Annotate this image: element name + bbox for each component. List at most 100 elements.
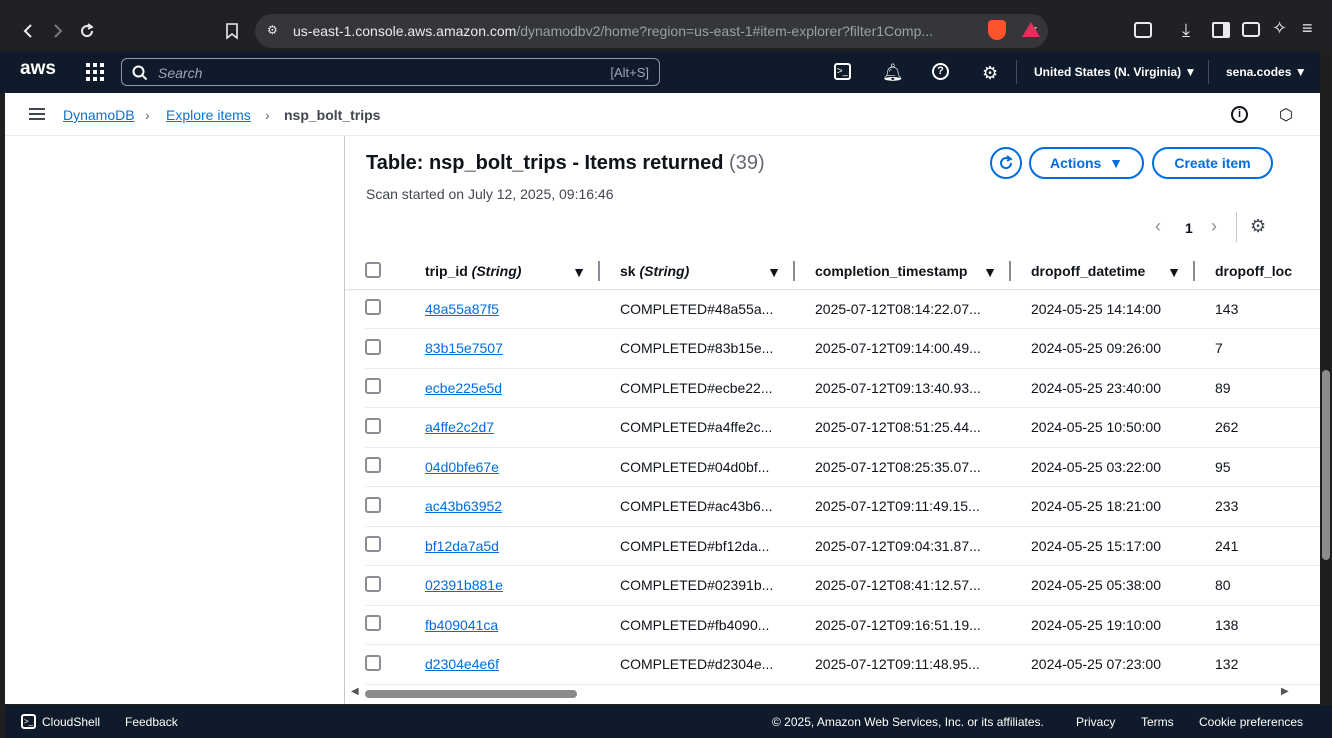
table-row[interactable]: 02391b881e COMPLETED#02391b... 2025-07-12T…: [365, 565, 1320, 606]
info-icon[interactable]: i: [1231, 106, 1248, 123]
gear-icon[interactable]: ⚙: [1250, 216, 1266, 237]
page-number[interactable]: 1: [1185, 220, 1193, 236]
dropoff-loc-cell: 262: [1195, 407, 1320, 448]
table-row[interactable]: ecbe225e5d COMPLETED#ecbe22... 2025-07-12T…: [365, 368, 1320, 408]
scroll-left-icon[interactable]: ◀: [351, 686, 359, 697]
next-page-icon[interactable]: ›: [1211, 216, 1217, 237]
row-checkbox-cell: [365, 486, 405, 527]
hamburger-icon[interactable]: [29, 108, 45, 120]
table-row[interactable]: d2304e4e6f COMPLETED#d2304e... 2025-07-12T…: [365, 644, 1320, 685]
reader-mode-icon[interactable]: [1134, 22, 1152, 38]
table-header-row: trip_id (String) ▼ sk (String) ▼ completio…: [365, 253, 1320, 289]
page-scroll-thumb[interactable]: [1322, 370, 1330, 560]
brave-rewards-icon[interactable]: [1022, 22, 1040, 37]
row-checkbox-cell: [365, 605, 405, 645]
sort-icon[interactable]: ▼: [1167, 264, 1181, 280]
side-panel: [5, 136, 345, 704]
row-checkbox[interactable]: [365, 378, 381, 395]
table-row[interactable]: 83b15e7507 COMPLETED#83b15e... 2025-07-12T…: [365, 328, 1320, 369]
region-selector[interactable]: United States (N. Virginia) ▼: [1034, 65, 1196, 79]
trip-id-link[interactable]: ac43b63952: [405, 486, 600, 527]
row-checkbox[interactable]: [365, 338, 381, 355]
breadcrumb-dynamodb[interactable]: DynamoDB: [63, 107, 135, 123]
row-checkbox-cell: [365, 289, 405, 329]
row-checkbox[interactable]: [365, 496, 381, 513]
trip-id-link[interactable]: 04d0bfe67e: [405, 447, 600, 487]
column-header-dropoff-loc[interactable]: dropoff_loc: [1195, 253, 1320, 289]
column-header-completion-timestamp[interactable]: completion_timestamp ▼: [795, 253, 1011, 289]
address-bar[interactable]: ⚙ us-east-1.console.aws.amazon.com/dynam…: [255, 14, 1048, 48]
page-scrollbar[interactable]: [1320, 52, 1332, 704]
row-checkbox[interactable]: [365, 654, 381, 671]
wallet-icon[interactable]: [1242, 22, 1260, 37]
brave-shield-icon[interactable]: [988, 20, 1006, 40]
horizontal-scrollbar[interactable]: ◀ ▶: [351, 686, 1289, 700]
create-item-button[interactable]: Create item: [1152, 147, 1273, 179]
footer-privacy[interactable]: Privacy: [1076, 715, 1115, 729]
row-checkbox[interactable]: [365, 536, 381, 553]
footer-cookie-preferences[interactable]: Cookie preferences: [1199, 715, 1303, 729]
table-row[interactable]: 04d0bfe67e COMPLETED#04d0bf... 2025-07-12T…: [365, 447, 1320, 487]
column-header-sk[interactable]: sk (String) ▼: [600, 253, 795, 289]
cloudshell-icon[interactable]: >_: [21, 714, 36, 729]
trip-id-link[interactable]: 83b15e7507: [405, 328, 600, 369]
help-icon[interactable]: ?: [932, 63, 949, 80]
bookmark-icon[interactable]: [217, 16, 247, 46]
trip-id-link[interactable]: ecbe225e5d: [405, 368, 600, 408]
sort-icon[interactable]: ▼: [572, 264, 586, 280]
cloudshell-icon[interactable]: >_: [834, 63, 851, 80]
table-row[interactable]: bf12da7a5d COMPLETED#bf12da... 2025-07-12T…: [365, 526, 1320, 566]
trip-id-link[interactable]: 02391b881e: [405, 565, 600, 606]
table-row[interactable]: 48a55a87f5 COMPLETED#48a55a... 2025-07-12T…: [365, 289, 1320, 329]
footer-feedback[interactable]: Feedback: [125, 715, 178, 729]
prev-page-icon[interactable]: ‹: [1155, 216, 1161, 237]
caret-down-icon: ▼: [1109, 155, 1123, 171]
download-icon[interactable]: ⤓: [1182, 20, 1190, 41]
services-grid-icon[interactable]: [86, 63, 104, 81]
sidebar-icon[interactable]: [1212, 22, 1230, 38]
trip-id-link[interactable]: a4ffe2c2d7: [405, 407, 600, 448]
footer-terms[interactable]: Terms: [1141, 715, 1174, 729]
menu-icon[interactable]: ≡: [1302, 18, 1313, 39]
account-menu[interactable]: sena.codes ▼: [1226, 65, 1307, 79]
sort-icon[interactable]: ▼: [983, 264, 997, 280]
column-header-dropoff-datetime[interactable]: dropoff_datetime ▼: [1011, 253, 1195, 289]
actions-button[interactable]: Actions ▼: [1029, 147, 1144, 179]
trip-id-link[interactable]: 48a55a87f5: [405, 289, 600, 329]
back-icon[interactable]: [14, 16, 44, 46]
footer-cloudshell[interactable]: CloudShell: [42, 715, 100, 729]
completion-timestamp-cell: 2025-07-12T09:11:49.15...: [795, 486, 1011, 527]
trip-id-link[interactable]: fb409041ca: [405, 605, 600, 645]
aws-logo[interactable]: aws: [20, 58, 56, 80]
trip-id-link[interactable]: bf12da7a5d: [405, 526, 600, 566]
select-all-checkbox[interactable]: [365, 261, 381, 278]
trip-id-link[interactable]: d2304e4e6f: [405, 644, 600, 685]
bell-icon[interactable]: 🔔︎: [882, 63, 904, 83]
table-row[interactable]: a4ffe2c2d7 COMPLETED#a4ffe2c... 2025-07-12…: [365, 407, 1320, 448]
search-input[interactable]: Search [Alt+S]: [121, 58, 660, 86]
row-checkbox[interactable]: [365, 417, 381, 434]
forward-icon[interactable]: [42, 16, 72, 46]
gear-icon[interactable]: ⚙: [982, 63, 1002, 83]
column-header-trip-id[interactable]: trip_id (String) ▼: [405, 253, 600, 289]
leo-ai-icon[interactable]: ✧: [1272, 18, 1287, 39]
dropoff-loc-cell: 80: [1195, 565, 1320, 606]
site-info-icon[interactable]: ⚙: [267, 23, 278, 37]
hexagon-icon[interactable]: ⬡: [1279, 105, 1295, 124]
dropoff-datetime-cell: 2024-05-25 15:17:00: [1011, 526, 1195, 566]
sk-cell: COMPLETED#ecbe22...: [600, 368, 795, 408]
dropoff-datetime-cell: 2024-05-25 14:14:00: [1011, 289, 1195, 329]
breadcrumb-explore-items[interactable]: Explore items: [166, 107, 251, 123]
sk-cell: COMPLETED#83b15e...: [600, 328, 795, 369]
row-checkbox[interactable]: [365, 457, 381, 474]
refresh-button[interactable]: [990, 147, 1022, 179]
row-checkbox[interactable]: [365, 299, 381, 315]
table-row[interactable]: fb409041ca COMPLETED#fb4090... 2025-07-12T…: [365, 605, 1320, 645]
row-checkbox[interactable]: [365, 615, 381, 632]
table-row[interactable]: ac43b63952 COMPLETED#ac43b6... 2025-07-12T…: [365, 486, 1320, 527]
reload-icon[interactable]: [72, 16, 102, 46]
horizontal-scroll-thumb[interactable]: [365, 690, 577, 698]
sort-icon[interactable]: ▼: [767, 264, 781, 280]
scroll-right-icon[interactable]: ▶: [1281, 686, 1289, 697]
row-checkbox[interactable]: [365, 575, 381, 592]
